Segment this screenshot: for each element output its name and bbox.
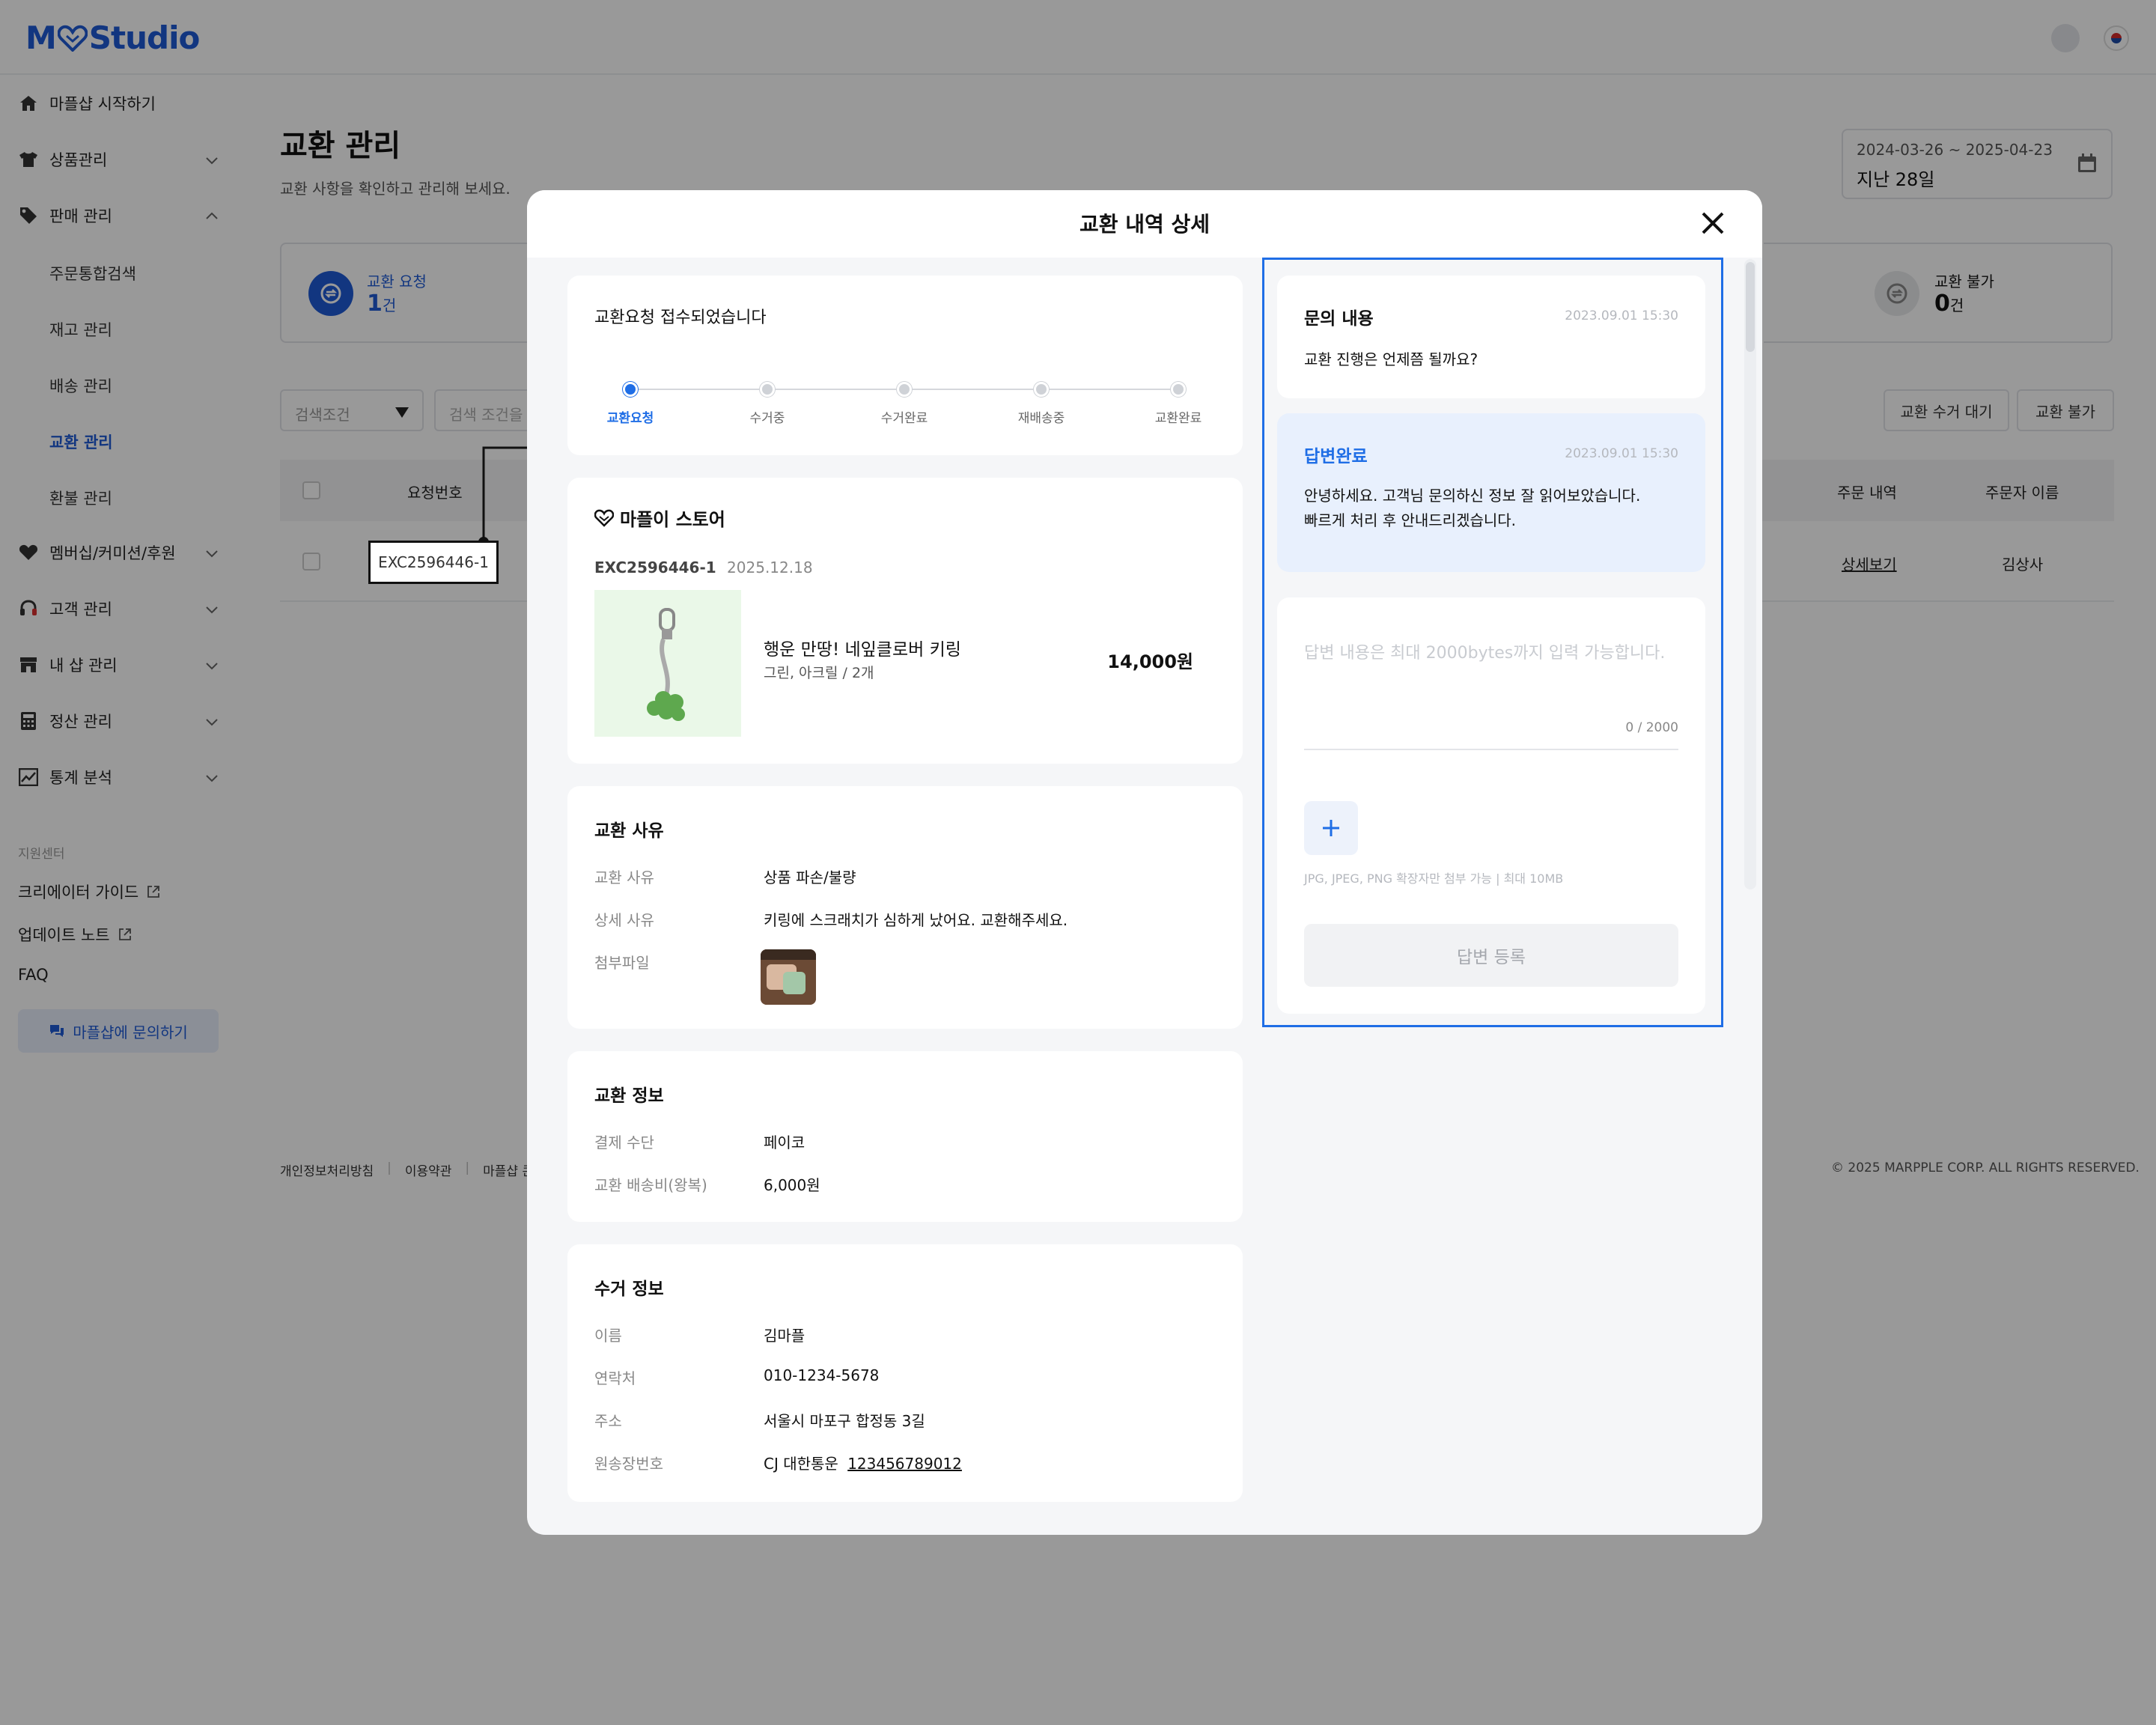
pickup-info-card: 수거 정보 이름 김마플 연락처 010-1234-5678 주소 서울시 마포… bbox=[567, 1244, 1243, 1502]
detail-value: 키링에 스크래치가 심하게 났어요. 교환해주세요. bbox=[764, 911, 1068, 929]
step-dot bbox=[1034, 382, 1049, 397]
submit-reply-button[interactable]: 답변 등록 bbox=[1304, 924, 1678, 987]
answer-line-1: 안녕하세요. 고객님 문의하신 정보 잘 읽어보았습니다. bbox=[1304, 487, 1641, 505]
fee-value: 6,000원 bbox=[764, 1176, 820, 1194]
pickup-name-label: 이름 bbox=[594, 1327, 622, 1345]
step-label: 수거중 bbox=[749, 411, 785, 426]
step-dot bbox=[623, 382, 638, 397]
answer-date: 2023.09.01 15:30 bbox=[1565, 446, 1678, 461]
clover-keyring-image bbox=[647, 608, 685, 721]
exchange-info-title: 교환 정보 bbox=[594, 1086, 664, 1106]
tracking-value: CJ 대한통운 123456789012 bbox=[764, 1452, 962, 1473]
product-image bbox=[594, 590, 741, 737]
attachment-note: JPG, JPEG, PNG 확장자만 첨부 가능 | 최대 10MB bbox=[1304, 871, 1564, 886]
payment-value: 페이코 bbox=[764, 1134, 806, 1151]
step-dot bbox=[760, 382, 775, 397]
exchange-detail-modal: 교환 내역 상세 교환요청 접수되었습니다 교환요청 수거중 수거완료 재배송중… bbox=[527, 190, 1762, 1535]
product-option: 그린, 아크릴 / 2개 bbox=[764, 665, 874, 681]
store-card: 마플이 스토어 EXC2596446-1 2025.12.18 행운 만땅! 네… bbox=[567, 478, 1243, 764]
reply-divider bbox=[1304, 749, 1678, 750]
modal-scrollbar[interactable] bbox=[1744, 259, 1756, 889]
reply-form-card: 답변 내용은 최대 2000bytes까지 입력 가능합니다. 0 / 2000… bbox=[1277, 597, 1705, 1014]
step-label: 수거완료 bbox=[880, 411, 928, 426]
reason-label: 교환 사유 bbox=[594, 868, 654, 886]
step-dot bbox=[897, 382, 912, 397]
modal-title: 교환 내역 상세 bbox=[1079, 212, 1211, 237]
payment-label: 결제 수단 bbox=[594, 1134, 654, 1151]
order-number: EXC2596446-1 bbox=[594, 559, 716, 576]
plus-icon bbox=[1323, 820, 1339, 836]
add-attachment-button[interactable] bbox=[1304, 801, 1358, 855]
courier-name: CJ 대한통운 bbox=[764, 1455, 838, 1473]
step-label: 재배송중 bbox=[1017, 411, 1065, 426]
exchange-reason-card: 교환 사유 교환 사유 상품 파손/불량 상세 사유 키링에 스크래치가 심하게… bbox=[567, 786, 1243, 1029]
inquiry-date: 2023.09.01 15:30 bbox=[1565, 308, 1678, 323]
callout-connector bbox=[478, 442, 543, 547]
step-dot bbox=[1171, 382, 1186, 397]
pickup-address-value: 서울시 마포구 합정동 3길 bbox=[764, 1412, 925, 1430]
exchange-info-card: 교환 정보 결제 수단 페이코 교환 배송비(왕복) 6,000원 bbox=[567, 1051, 1243, 1222]
order-meta: EXC2596446-1 2025.12.18 bbox=[594, 559, 813, 576]
reason-title: 교환 사유 bbox=[594, 821, 664, 841]
answer-title: 답변완료 bbox=[1304, 447, 1368, 466]
store-title: 마플이 스토어 bbox=[594, 505, 725, 531]
attachment-label: 첨부파일 bbox=[594, 954, 650, 972]
order-date: 2025.12.18 bbox=[727, 559, 813, 576]
step-label: 교환요청 bbox=[606, 411, 654, 426]
reason-value: 상품 파손/불량 bbox=[764, 868, 856, 886]
highlighted-request-number[interactable]: EXC2596446-1 bbox=[368, 541, 499, 584]
reply-char-counter: 0 / 2000 bbox=[1625, 720, 1678, 735]
inquiry-card: 문의 내용 2023.09.01 15:30 교환 진행은 언제쯤 될까요? bbox=[1277, 276, 1705, 398]
store-heart-icon bbox=[594, 509, 614, 527]
modal-scrollbar-thumb[interactable] bbox=[1746, 262, 1755, 352]
attachment-thumbnail[interactable] bbox=[761, 949, 816, 1005]
pickup-title: 수거 정보 bbox=[594, 1280, 664, 1299]
status-card: 교환요청 접수되었습니다 교환요청 수거중 수거완료 재배송중 교환완료 bbox=[567, 276, 1243, 455]
modal-header: 교환 내역 상세 bbox=[527, 190, 1762, 258]
reply-textarea[interactable]: 답변 내용은 최대 2000bytes까지 입력 가능합니다. bbox=[1304, 639, 1665, 663]
product-price: 14,000원 bbox=[1107, 651, 1193, 672]
pickup-address-label: 주소 bbox=[594, 1412, 622, 1430]
tracking-number-link[interactable]: 123456789012 bbox=[847, 1455, 962, 1473]
inquiry-body: 교환 진행은 언제쯤 될까요? bbox=[1304, 350, 1479, 368]
answer-line-2: 빠르게 처리 후 안내드리겠습니다. bbox=[1304, 511, 1517, 529]
inquiry-title: 문의 내용 bbox=[1304, 309, 1374, 329]
pickup-phone-value: 010-1234-5678 bbox=[764, 1366, 880, 1384]
status-title: 교환요청 접수되었습니다 bbox=[594, 308, 767, 327]
close-icon[interactable] bbox=[1699, 210, 1726, 237]
detail-label: 상세 사유 bbox=[594, 911, 654, 929]
answer-card: 답변완료 2023.09.01 15:30 안녕하세요. 고객님 문의하신 정보… bbox=[1277, 413, 1705, 572]
pickup-phone-label: 연락처 bbox=[594, 1369, 636, 1387]
pickup-name-value: 김마플 bbox=[764, 1327, 806, 1345]
step-label: 교환완료 bbox=[1154, 411, 1202, 426]
tracking-label: 원송장번호 bbox=[594, 1455, 663, 1473]
fee-label: 교환 배송비(왕복) bbox=[594, 1176, 707, 1194]
product-name: 행운 만땅! 네잎클로버 키링 bbox=[764, 640, 961, 660]
